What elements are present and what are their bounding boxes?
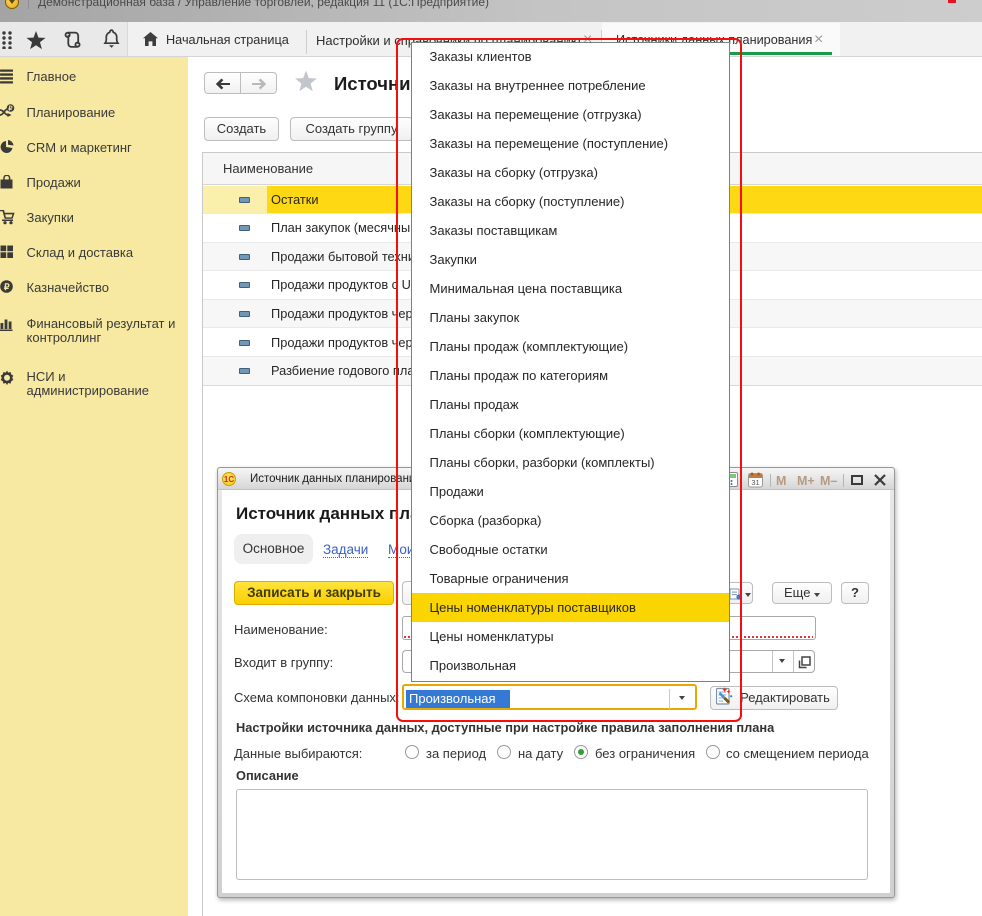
svg-text:₽: ₽ [4,282,10,292]
svg-text:31: 31 [751,478,759,487]
